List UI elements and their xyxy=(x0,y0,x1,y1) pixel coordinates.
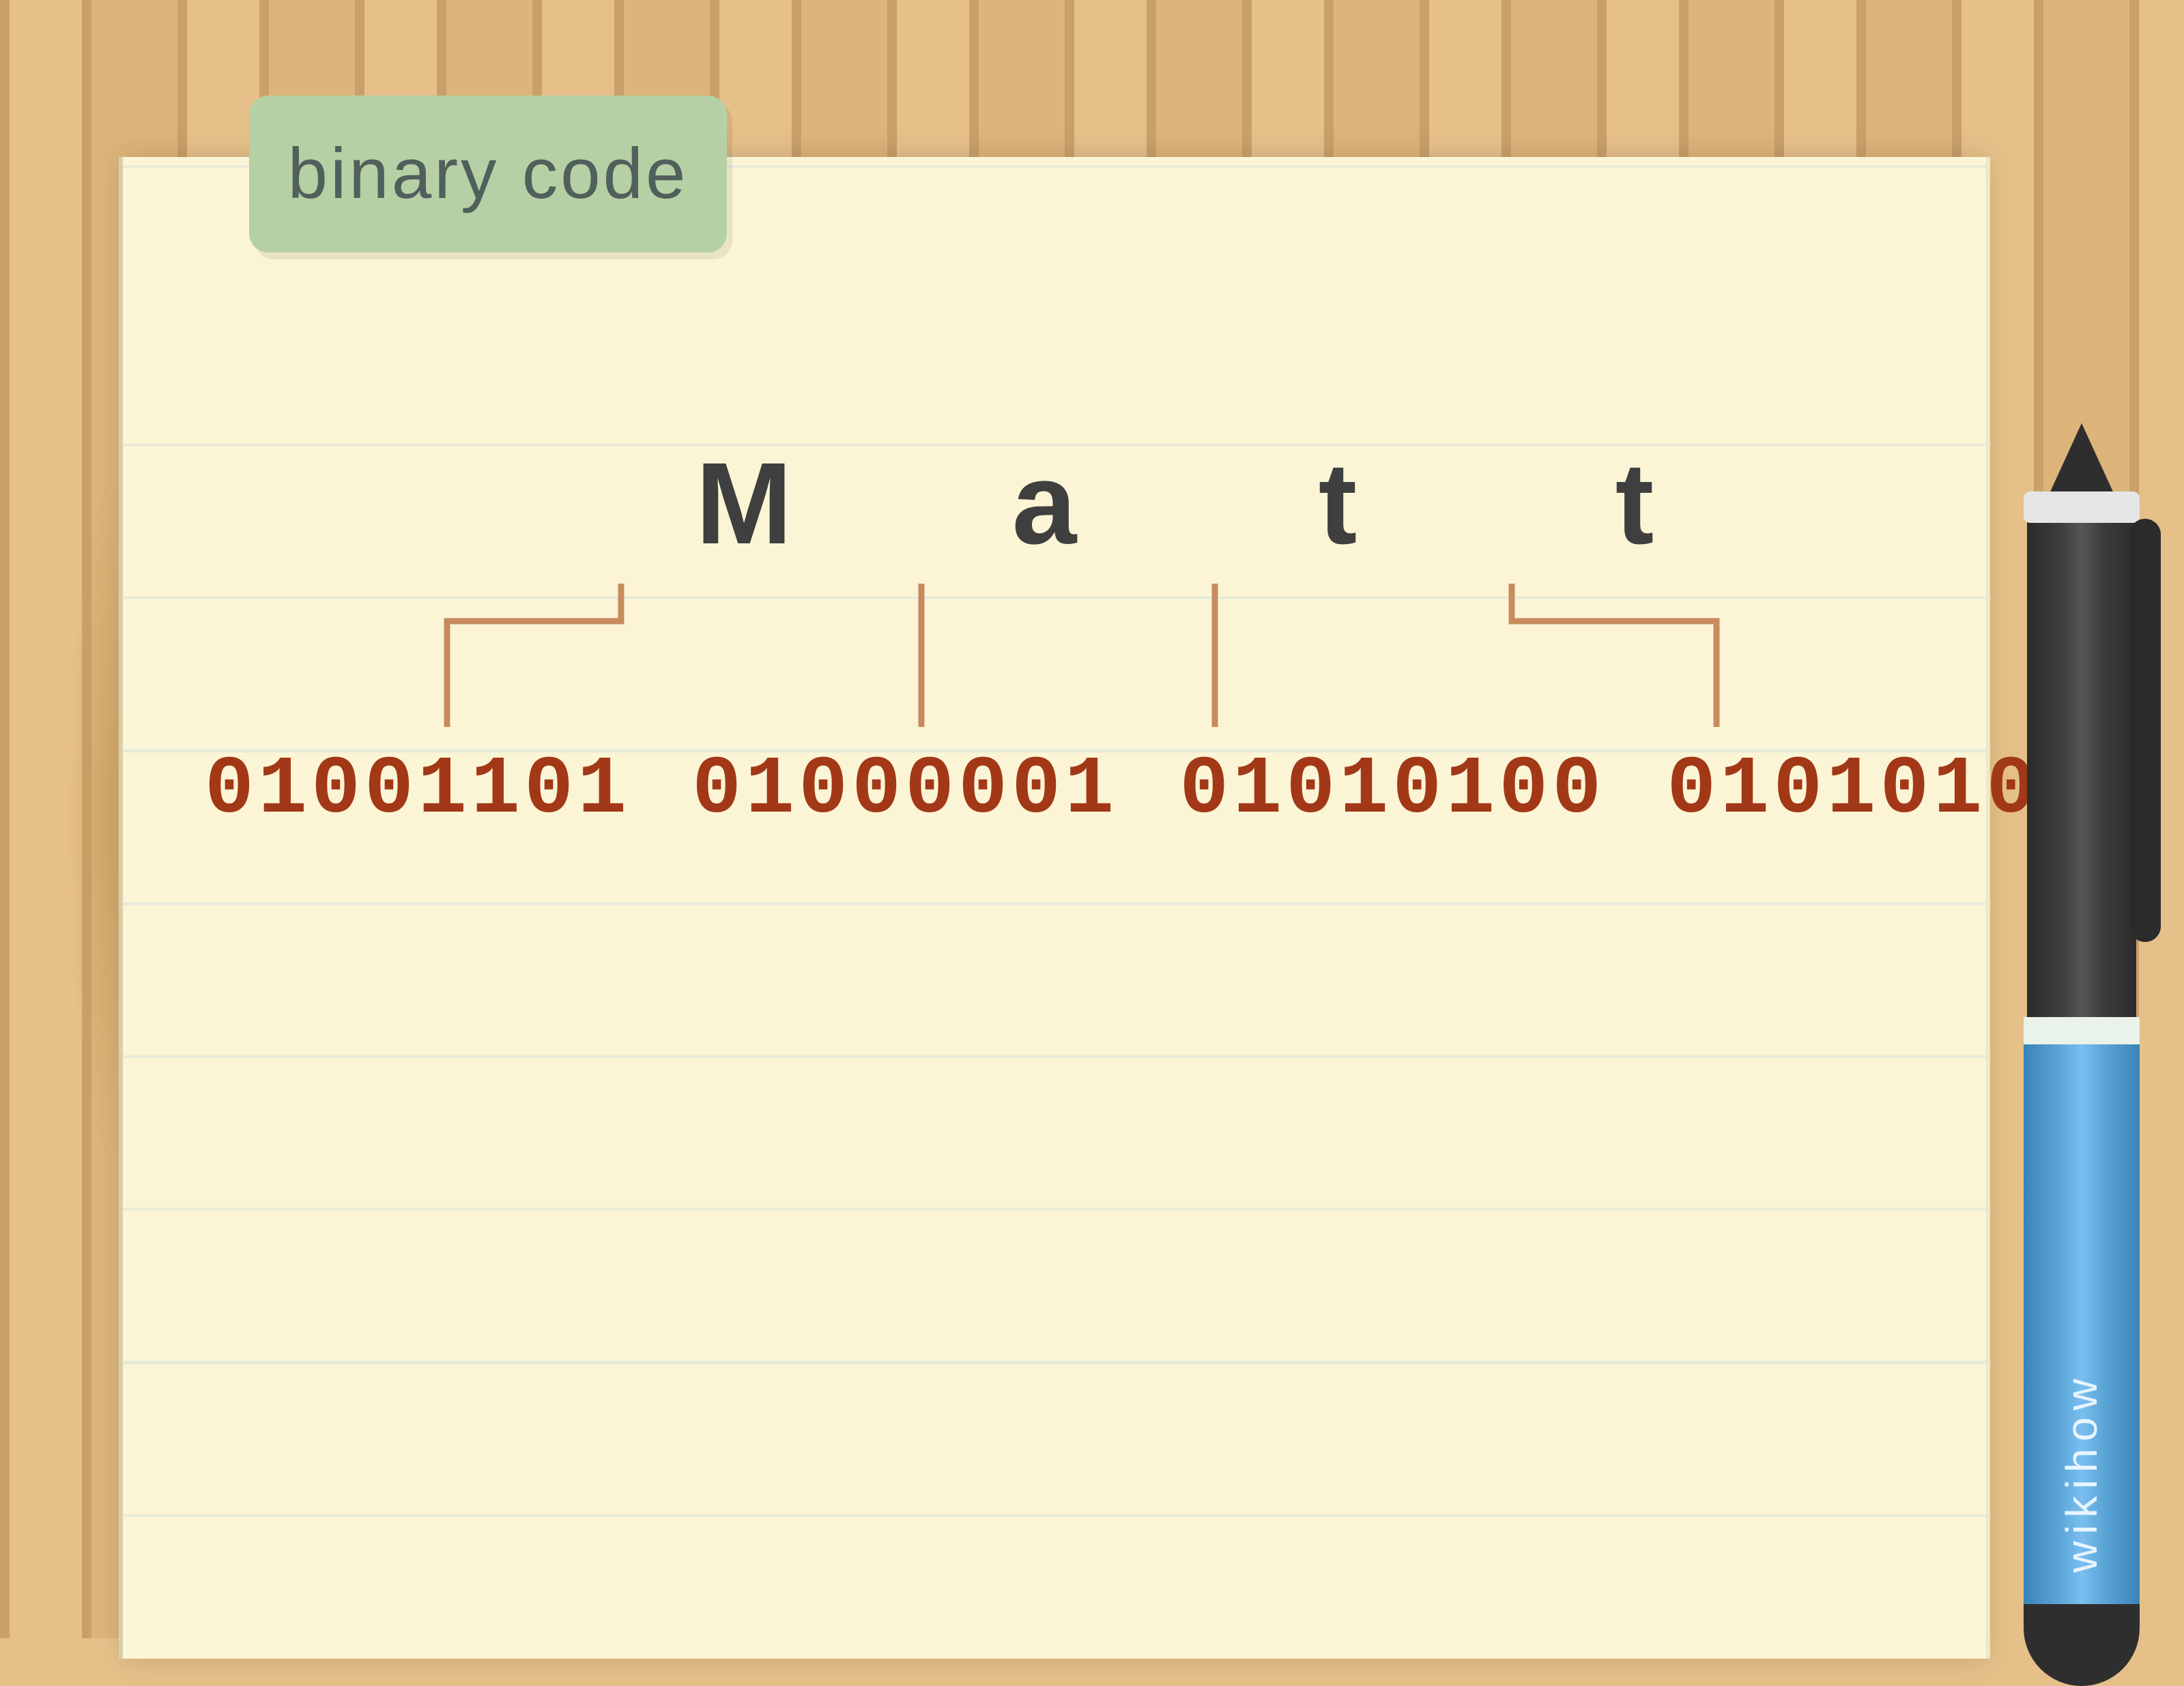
letter-1: a xyxy=(1012,437,1077,571)
binary-0: 01001101 xyxy=(205,744,631,837)
title-tag-label: binary code xyxy=(288,133,689,215)
binary-row: 01001101010000010101010001010100 xyxy=(205,744,2093,837)
pen: wikihow xyxy=(2007,423,2157,1686)
pen-ring-top xyxy=(2024,491,2140,523)
notepad-paper xyxy=(123,157,1986,1659)
binary-1: 01000001 xyxy=(692,744,1118,837)
pen-ring-mid xyxy=(2024,1017,2140,1044)
connector-1 xyxy=(908,584,935,734)
pen-grip xyxy=(2027,491,2136,1024)
connector-0 xyxy=(437,584,655,734)
letter-0: M xyxy=(695,437,792,571)
connector-2 xyxy=(1201,584,1228,734)
binary-2: 01010100 xyxy=(1179,744,1605,837)
title-tag: binary code xyxy=(249,96,727,253)
letter-2: t xyxy=(1319,437,1357,571)
pen-brand-label: wikihow xyxy=(2056,1372,2107,1573)
connector-3 xyxy=(1498,584,1730,734)
letter-3: t xyxy=(1615,437,1654,571)
pen-end xyxy=(2024,1604,2140,1686)
pen-clip xyxy=(2129,519,2161,942)
